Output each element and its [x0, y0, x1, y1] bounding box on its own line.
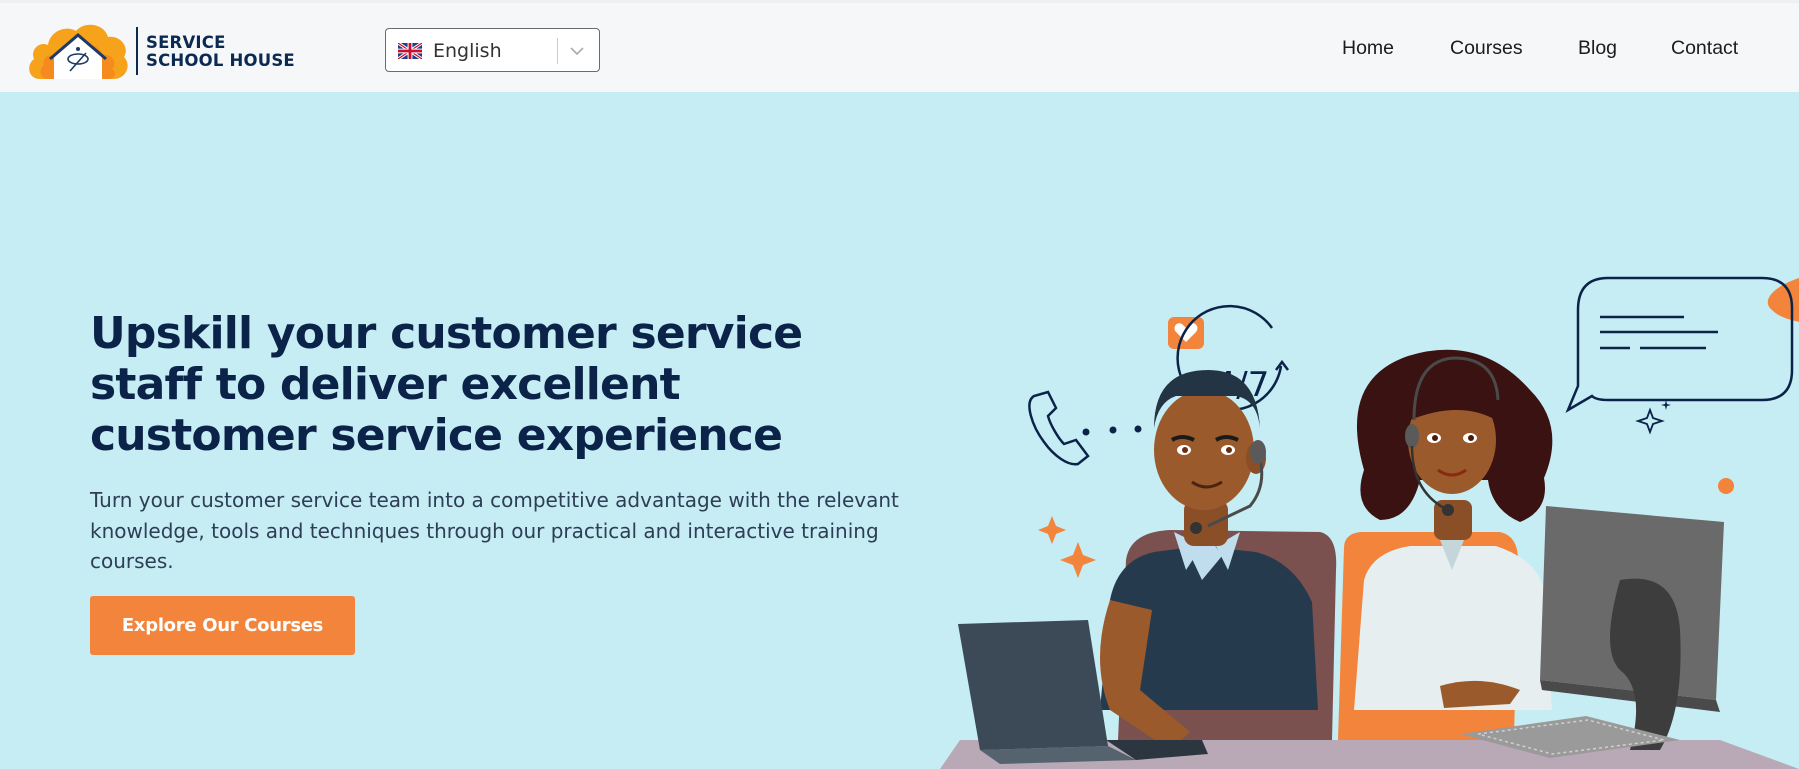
nav-home[interactable]: Home — [1342, 37, 1394, 60]
hero-headline: Upskill your customer service staff to d… — [90, 308, 803, 461]
nav-blog[interactable]: Blog — [1578, 37, 1617, 60]
logo-divider — [136, 27, 138, 75]
logo-line-1: SERVICE — [146, 33, 226, 52]
phone-icon — [1028, 390, 1090, 466]
sparkle-orange-1 — [1038, 516, 1066, 544]
explore-courses-button[interactable]: Explore Our Courses — [90, 596, 355, 655]
orange-dot — [1718, 478, 1734, 494]
chevron-down-icon[interactable] — [567, 41, 587, 61]
nav-contact[interactable]: Contact — [1671, 37, 1738, 60]
site-logo[interactable]: SERVICE SCHOOL HOUSE — [26, 19, 296, 83]
heart-badge-icon — [1168, 317, 1204, 349]
sparkle-small — [1635, 407, 1665, 435]
woman-agent — [1354, 349, 1553, 710]
select-separator — [557, 38, 558, 64]
top-navbar: SERVICE SCHOOL HOUSE English Home Course… — [0, 0, 1799, 92]
hero-subtext: Turn your customer service team into a c… — [90, 488, 899, 573]
logo-line-2: SCHOOL HOUSE — [146, 51, 295, 70]
sparkle-orange-2 — [1060, 542, 1096, 578]
uk-flag-icon — [398, 43, 422, 59]
logo-wordmark: SERVICE SCHOOL HOUSE — [146, 34, 295, 70]
chat-bubble-icon — [1565, 276, 1794, 413]
cloud-house-logo-icon — [29, 24, 128, 79]
language-select[interactable]: English — [385, 28, 600, 72]
language-label: English — [433, 40, 502, 62]
nav-courses[interactable]: Courses — [1450, 37, 1523, 60]
customer-service-illustration: 24/7 — [940, 276, 1799, 769]
